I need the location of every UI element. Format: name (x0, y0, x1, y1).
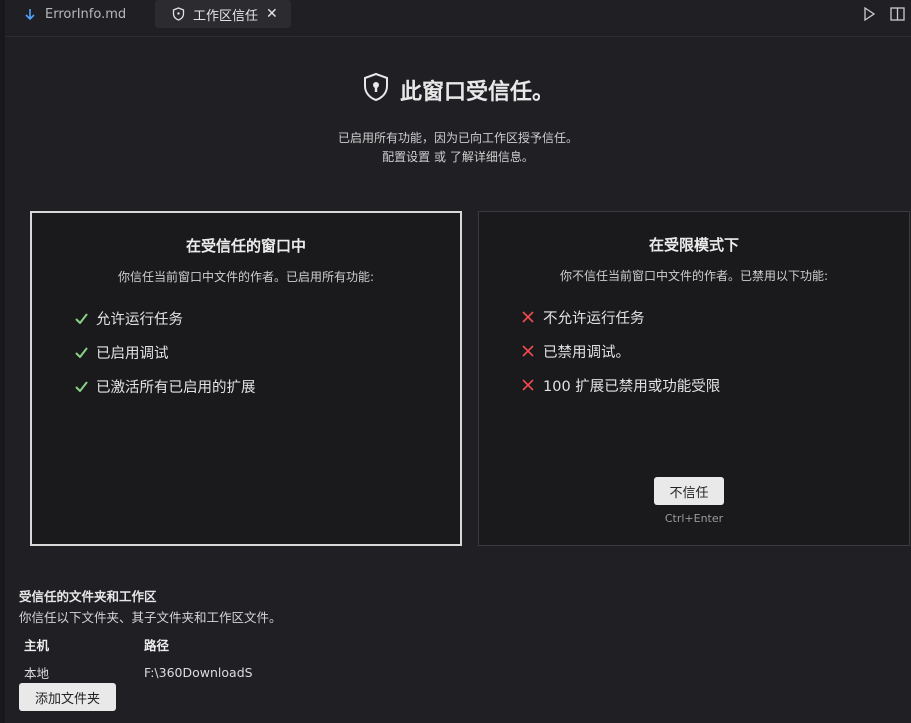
cross-icon (521, 311, 535, 323)
page-title-row: 此窗口受信任。 (362, 72, 554, 108)
list-item: 不允许运行任务 (521, 300, 720, 334)
item-label: 已激活所有已启用的扩展 (96, 379, 256, 396)
trusted-card-desc: 你信任当前窗口中文件的作者。已启用所有功能: (117, 270, 375, 284)
tab-bar: ErrorInfo.md 工作区信任 ✕ (5, 0, 911, 37)
item-label: 允许运行任务 (96, 311, 183, 328)
distrust-button[interactable]: 不信任 (654, 477, 724, 505)
restricted-card-desc: 你不信任当前窗口中文件的作者。已禁用以下功能: (559, 269, 829, 283)
tab-workspace-trust[interactable]: 工作区信任 ✕ (155, 0, 291, 28)
cross-icon (521, 345, 535, 357)
run-icon[interactable] (861, 6, 877, 22)
list-item: 已激活所有已启用的扩展 (74, 369, 256, 403)
restricted-card-title: 在受限模式下 (648, 236, 739, 254)
shortcut-hint: Ctrl+Enter (664, 512, 724, 525)
item-label: 不允许运行任务 (543, 310, 645, 327)
list-item: 允许运行任务 (74, 301, 256, 335)
configure-settings-link[interactable]: 配置设置 (382, 150, 430, 164)
item-label: 已启用调试 (96, 345, 169, 362)
item-label: 已禁用调试。 (543, 344, 630, 361)
learn-more-link[interactable]: 了解详细信息 (450, 150, 522, 164)
trusted-folders-table: 主机 路径 本地 F:\360DownloadS (24, 630, 253, 686)
tab-label: ErrorInfo.md (45, 6, 127, 22)
shield-lock-icon (362, 72, 390, 108)
close-icon[interactable]: ✕ (266, 6, 278, 22)
check-icon (74, 380, 88, 392)
list-item: 已启用调试 (74, 335, 256, 369)
restricted-card[interactable]: 在受限模式下 你不信任当前窗口中文件的作者。已禁用以下功能: 不允许运行任务 已… (478, 211, 910, 546)
trusted-folders-desc: 你信任以下文件夹、其子文件夹和工作区文件。 (19, 610, 282, 625)
trusted-card-title: 在受信任的窗口中 (185, 237, 306, 255)
table-header: 主机 路径 (24, 630, 253, 658)
item-label: 100 扩展已禁用或功能受限 (543, 378, 721, 395)
subtitle-text: 。 (521, 150, 534, 164)
list-item: 100 扩展已禁用或功能受限 (521, 368, 720, 402)
subtitle-line-2: 配置设置 或 了解详细信息。 (5, 148, 911, 165)
cell-path: F:\360DownloadS (144, 664, 253, 680)
tab-label: 工作区信任 (193, 8, 259, 24)
trusted-card[interactable]: 在受信任的窗口中 你信任当前窗口中文件的作者。已启用所有功能: 允许运行任务 已… (30, 211, 462, 546)
subtitle-text: 或 (430, 150, 450, 164)
tab-errorinfo[interactable]: ErrorInfo.md (23, 0, 126, 28)
shield-icon (171, 7, 185, 21)
table-row[interactable]: 本地 F:\360DownloadS (24, 658, 253, 686)
split-editor-icon[interactable] (889, 6, 905, 22)
trusted-folders-title: 受信任的文件夹和工作区 (19, 589, 157, 604)
subtitle-line-1: 已启用所有功能，因为已向工作区授予信任。 (337, 131, 578, 145)
column-header-path: 路径 (144, 637, 170, 653)
left-edge (0, 0, 5, 723)
page-title: 此窗口受信任。 (399, 80, 554, 105)
list-item: 已禁用调试。 (521, 334, 720, 368)
column-header-host: 主机 (24, 637, 50, 653)
check-icon (74, 312, 88, 324)
cell-host: 本地 (24, 665, 50, 681)
check-icon (74, 346, 88, 358)
arrow-down-icon (23, 7, 37, 21)
add-folder-button[interactable]: 添加文件夹 (19, 683, 116, 711)
cross-icon (521, 379, 535, 391)
